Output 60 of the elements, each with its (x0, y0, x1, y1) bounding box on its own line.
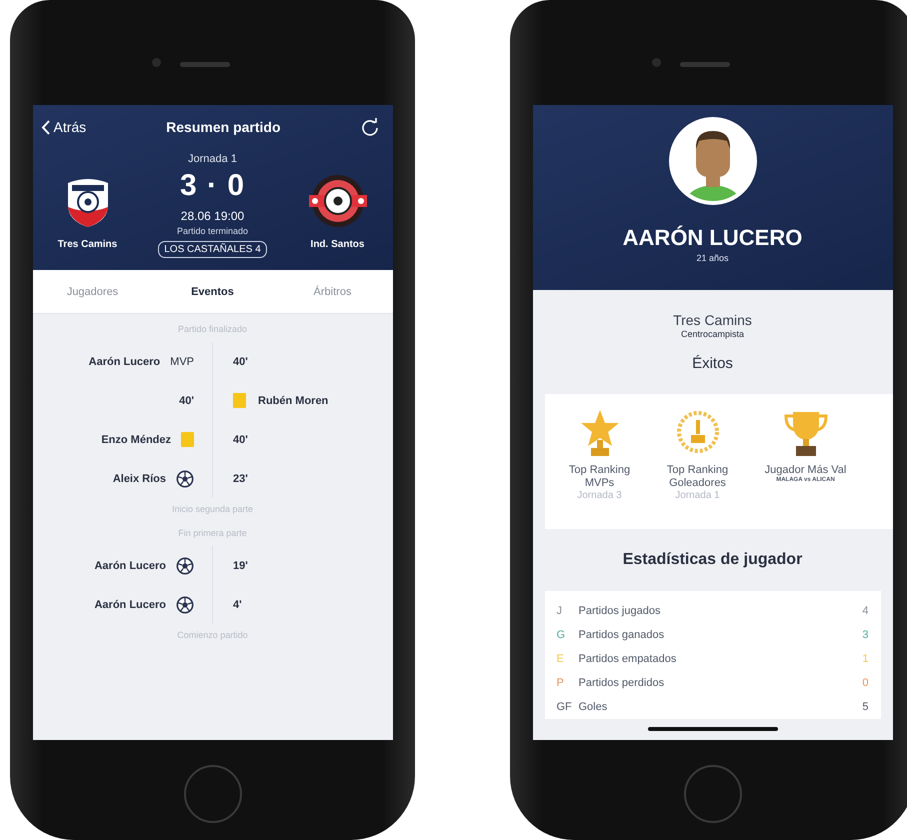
stat-value: 1 (861, 653, 868, 665)
soccer-ball-icon (176, 556, 194, 574)
camera-icon (152, 58, 161, 67)
player-position: Centrocampista (680, 329, 746, 339)
player-name: Rubén Moren (258, 394, 328, 406)
event-minute: 19' (233, 560, 248, 572)
achievement-title: Jugador Más Val (764, 464, 846, 476)
stat-abbreviation: P (556, 677, 565, 689)
player-name: Aarón Lucero (88, 356, 160, 368)
booking-card-icon (233, 393, 246, 408)
event-minute: 23' (233, 472, 248, 484)
achievement-subtitle: Jornada 3 (577, 490, 622, 502)
speaker-grille (180, 62, 230, 67)
match-datetime: 28.06 19:00 (180, 209, 244, 223)
round-label: Jornada 1 (187, 153, 238, 165)
back-button[interactable]: Atrás (40, 119, 86, 135)
mvp-label: MVP (170, 356, 194, 368)
soccer-ball-icon (176, 470, 194, 488)
match-status: Partido terminado (176, 226, 248, 236)
stat-abbreviation: E (556, 653, 565, 665)
stat-value: 4 (861, 605, 868, 617)
achievement-title: Top Ranking MVPs (568, 464, 632, 490)
match-score: 3 · 0 (180, 169, 246, 203)
section-title: Éxitos (691, 355, 734, 372)
achievement-subtitle: Jornada 1 (675, 490, 720, 502)
speaker-grille (680, 62, 730, 67)
stat-label: Partidos jugados (578, 605, 662, 617)
stat-value: 3 (861, 629, 868, 641)
stat-value: 5 (861, 701, 868, 713)
tab[interactable]: Eventos (152, 270, 272, 313)
player-name: Aarón Lucero (94, 598, 166, 610)
team-name: Ind. Santos (310, 239, 364, 250)
player-name-heading: AARÓN LUCERO (622, 225, 802, 251)
team-name: Tres Camins (58, 239, 118, 250)
camera-icon (652, 58, 661, 67)
player-name: Aarón Lucero (94, 560, 166, 572)
player-name: Enzo Méndez (101, 434, 171, 446)
section-title: Estadísticas de jugador (622, 551, 804, 569)
screen-title: Resumen partido (166, 119, 281, 135)
event-minute: 40' (233, 356, 248, 368)
stat-abbreviation: J (556, 605, 563, 617)
achievement-title: Top Ranking Goleadores (666, 464, 730, 490)
stat-value: 0 (861, 677, 868, 689)
player-age: 21 años (696, 253, 729, 263)
player-name: Aleix Ríos (112, 472, 166, 484)
stat-abbreviation: GF (556, 701, 573, 713)
chevron-left-icon (40, 120, 50, 134)
stat-label: Partidos empatados (578, 653, 678, 665)
stat-abbreviation: G (556, 629, 566, 641)
event-minute: 40' (179, 394, 194, 406)
stat-label: Partidos perdidos (578, 677, 666, 689)
player-team: Tres Camins (672, 312, 753, 328)
event-minute: 40' (233, 434, 248, 446)
stat-label: Goles (578, 701, 608, 713)
venue-tag: LOS CASTAÑALES 4 (158, 241, 267, 258)
stat-label: Partidos ganados (578, 629, 666, 641)
refresh-icon[interactable] (360, 117, 380, 137)
event-minute: 4' (233, 598, 242, 610)
booking-card-icon (181, 432, 194, 447)
soccer-ball-icon (176, 596, 194, 614)
